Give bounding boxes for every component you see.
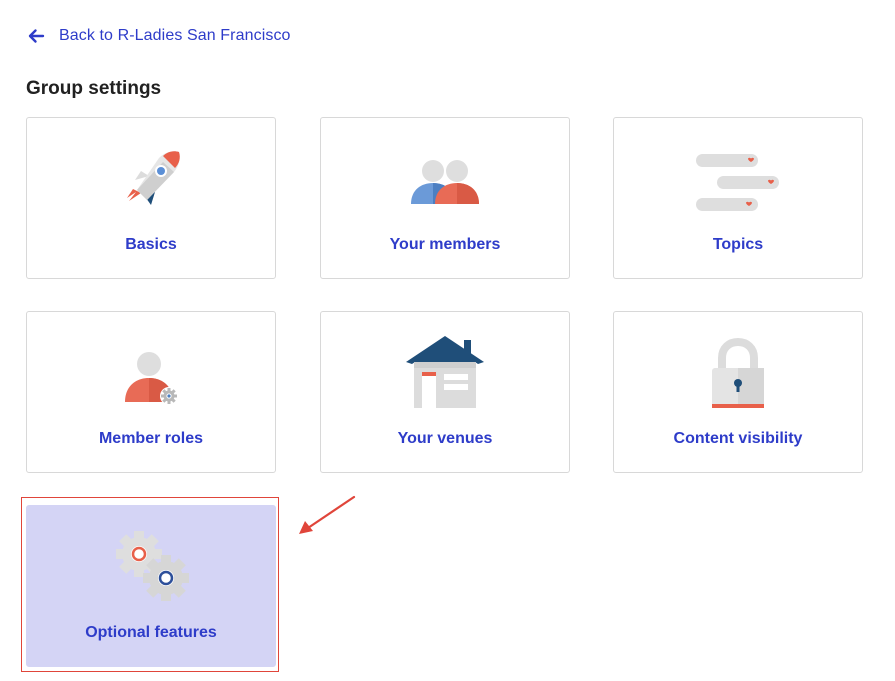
card-your-members[interactable]: Your members: [320, 117, 570, 279]
card-label: Topics: [712, 236, 764, 253]
member-roles-icon: [125, 352, 178, 405]
card-content-visibility[interactable]: Content visibility: [613, 311, 863, 473]
padlock-icon: [712, 337, 764, 408]
card-label: Your venues: [397, 430, 493, 447]
page-title: Group settings: [26, 78, 162, 99]
annotation-arrow-icon: [299, 495, 356, 534]
gears-icon: [116, 531, 189, 601]
arrow-left-icon: [28, 29, 45, 43]
card-optional-features[interactable]: Optional features: [26, 505, 276, 667]
card-your-venues[interactable]: Your venues: [320, 311, 570, 473]
card-basics[interactable]: Basics: [26, 117, 276, 279]
topics-icon: [696, 154, 779, 211]
card-topics[interactable]: Topics: [613, 117, 863, 279]
card-label: Optional features: [85, 624, 217, 641]
back-link-label: Back to R-Ladies San Francisco: [59, 27, 291, 44]
card-label: Content visibility: [673, 430, 803, 447]
card-member-roles[interactable]: Member roles: [26, 311, 276, 473]
members-icon: [411, 160, 479, 204]
card-label: Basics: [125, 236, 177, 253]
back-link[interactable]: Back to R-Ladies San Francisco: [26, 24, 291, 48]
card-label: Your members: [389, 236, 501, 253]
house-icon: [406, 336, 484, 408]
rocket-icon: [127, 151, 180, 205]
card-label: Member roles: [98, 430, 204, 447]
